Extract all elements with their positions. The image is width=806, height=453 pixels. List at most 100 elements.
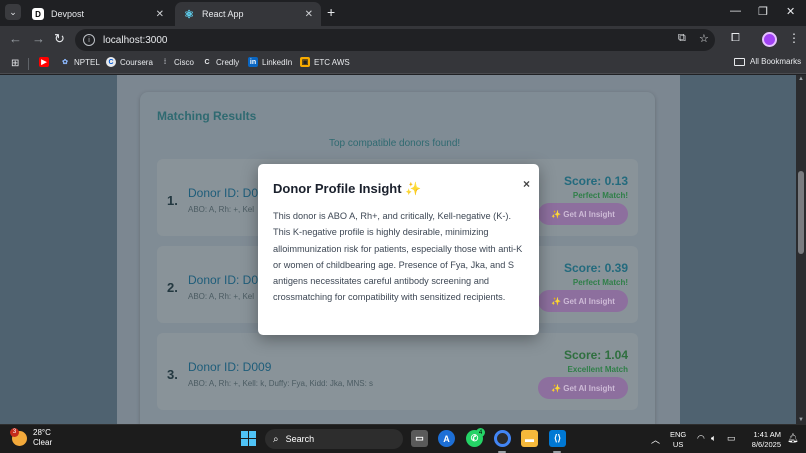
minimize-icon[interactable]: — (730, 5, 741, 17)
bookmark-cisco[interactable]: ⁞ Cisco (160, 57, 194, 67)
cisco-icon: ⁞ (163, 58, 167, 66)
site-info-icon[interactable]: i (83, 34, 95, 46)
tray-overflow-chevron-icon[interactable]: ︿ (651, 433, 660, 446)
chrome-icon[interactable] (494, 430, 511, 447)
bookmarks-bar: ⊞ ▶ ✿ NPTEL C Coursera ⁞ Cisco C Credly … (0, 54, 806, 74)
donor-id: Donor ID: D009 (188, 360, 272, 374)
browser-toolbar: ← → ↻ i localhost:3000 ⧉ ☆ ⧠ ⋮ (0, 26, 806, 54)
keyboard-region: US (672, 440, 684, 449)
clock[interactable]: 1:41 AM 8/6/2025 (745, 430, 781, 450)
restore-icon[interactable]: ❐ (758, 5, 768, 18)
get-ai-insight-button[interactable]: ✨ Get AI Insight (538, 377, 628, 399)
extensions-puzzle-icon[interactable]: ⧠ (731, 32, 740, 45)
all-bookmarks-button[interactable]: All Bookmarks (734, 57, 801, 66)
search-icon: ⌕ (273, 433, 279, 445)
page-scrollbar[interactable]: ▲ ▼ (796, 75, 806, 424)
bookmark-label: Credly (216, 57, 240, 67)
notification-bell-icon[interactable]: 🔔︎ (787, 433, 798, 444)
tab-react-app[interactable]: ⚛ React App ✕ (175, 2, 321, 26)
new-tab-button[interactable]: + (327, 5, 335, 19)
scroll-thumb[interactable] (798, 171, 804, 254)
windows-start-icon[interactable] (241, 431, 256, 446)
youtube-icon: ▶ (39, 57, 49, 67)
bookmark-label: ETC AWS (314, 57, 350, 67)
weather-desc: Clear (33, 438, 53, 447)
donor-attributes: ABO: A, Rh: +, Kell: k, Duffy: Fya, Kidd… (188, 379, 374, 388)
get-ai-insight-button[interactable]: ✨ Get AI Insight (538, 203, 628, 225)
tab-title: React App (202, 9, 244, 19)
clock-time: 1:41 AM (753, 430, 781, 439)
bookmark-coursera[interactable]: C Coursera (106, 57, 153, 67)
bookmark-star-icon[interactable]: ☆ (699, 32, 709, 45)
results-subtitle: Top compatible donors found! (329, 138, 461, 149)
donor-attributes: ABO: A, Rh: +, Kel (188, 292, 255, 301)
bookmark-etc-aws[interactable]: ▣ ETC AWS (300, 57, 350, 67)
weather-temp: 28°C (33, 428, 51, 437)
bookmark-label: LinkedIn (262, 57, 293, 67)
nptel-icon: ✿ (62, 59, 68, 66)
weather-widget[interactable]: 3 28°C Clear (10, 427, 52, 448)
bookmark-youtube[interactable]: ▶ (39, 57, 53, 67)
linkedin-icon: in (248, 57, 258, 67)
url-text: localhost:3000 (103, 34, 168, 46)
weather-text: 28°C Clear (33, 428, 52, 448)
language-indicator[interactable]: ENG US (670, 430, 686, 450)
weather-badge: 3 (10, 427, 19, 437)
close-tab-icon[interactable]: ✕ (305, 9, 313, 20)
tab-strip: ⌄ D Devpost ✕ ⚛ React App ✕ + — ❐ ✕ (0, 0, 806, 26)
donor-rank: 3. (167, 367, 178, 382)
scroll-down-arrow-icon[interactable]: ▼ (798, 417, 804, 423)
match-label: Perfect Match! (572, 278, 628, 287)
donor-attributes: ABO: A, Rh: +, Kel (188, 205, 255, 214)
profile-avatar[interactable] (762, 32, 777, 47)
all-bookmarks-label: All Bookmarks (750, 57, 802, 66)
devpost-favicon-icon: D (32, 8, 44, 20)
bookmark-linkedin[interactable]: in LinkedIn (248, 57, 292, 67)
close-window-icon[interactable]: ✕ (786, 5, 795, 18)
bookmark-label: Coursera (120, 57, 153, 67)
donor-card: 3. Donor ID: D009 ABO: A, Rh: +, Kell: k… (157, 333, 638, 410)
volume-icon[interactable]: 🔈︎ (711, 433, 716, 444)
close-modal-icon[interactable]: × (523, 177, 530, 191)
battery-icon[interactable]: ▭ (727, 433, 736, 444)
forward-arrow-icon[interactable]: → (32, 32, 45, 46)
donor-score: Score: 0.39 (563, 261, 628, 275)
donor-insight-modal: Donor Profile Insight ✨ × This donor is … (258, 164, 539, 335)
get-ai-insight-button[interactable]: ✨ Get AI Insight (538, 290, 628, 312)
apps-grid-icon[interactable]: ⊞ (11, 58, 19, 69)
tab-search-button[interactable]: ⌄ (5, 4, 21, 20)
donor-rank: 2. (167, 280, 178, 295)
taskbar-search[interactable]: ⌕ Search (265, 429, 403, 449)
donor-id: Donor ID: D0 (188, 186, 259, 200)
vscode-icon[interactable]: ⟨⟩ (549, 430, 566, 447)
task-view-icon[interactable]: ▭ (411, 430, 428, 447)
react-favicon-icon: ⚛ (184, 8, 194, 21)
modal-title: Donor Profile Insight ✨ (273, 181, 422, 196)
language-code: ENG (670, 430, 687, 439)
bookmark-label: NPTEL (74, 57, 100, 67)
cast-install-icon[interactable]: ⧉ (678, 32, 686, 45)
donor-id: Donor ID: D0 (188, 273, 259, 287)
modal-body-text: This donor is ABO A, Rh+, and critically… (273, 211, 523, 303)
donor-score: Score: 1.04 (563, 348, 628, 362)
windows-taskbar: 3 28°C Clear ⌕ Search ▭ A ✆ 4 ▬ ⟨⟩ ︿ ENG… (0, 424, 806, 453)
search-placeholder: Search (285, 434, 315, 444)
scroll-up-arrow-icon[interactable]: ▲ (798, 76, 804, 82)
back-arrow-icon[interactable]: ← (9, 32, 22, 46)
bookmarks-divider (28, 58, 29, 70)
reload-icon[interactable]: ↻ (54, 32, 65, 46)
tab-title: Devpost (51, 9, 85, 19)
donor-rank: 1. (167, 193, 178, 208)
file-explorer-icon[interactable]: ▬ (521, 430, 538, 447)
match-label: Excellent Match (567, 365, 628, 374)
copilot-icon[interactable]: A (438, 430, 455, 447)
bookmark-nptel[interactable]: ✿ NPTEL (60, 57, 100, 67)
bookmark-credly[interactable]: C Credly (202, 57, 239, 67)
address-bar[interactable]: i localhost:3000 (75, 29, 715, 51)
folder-icon (734, 57, 745, 66)
wifi-icon[interactable]: ◠ (697, 433, 705, 444)
tab-devpost[interactable]: D Devpost ✕ (24, 2, 172, 26)
browser-menu-icon[interactable]: ⋮ (788, 31, 800, 45)
close-tab-icon[interactable]: ✕ (156, 9, 164, 20)
credly-icon: C (204, 58, 210, 66)
